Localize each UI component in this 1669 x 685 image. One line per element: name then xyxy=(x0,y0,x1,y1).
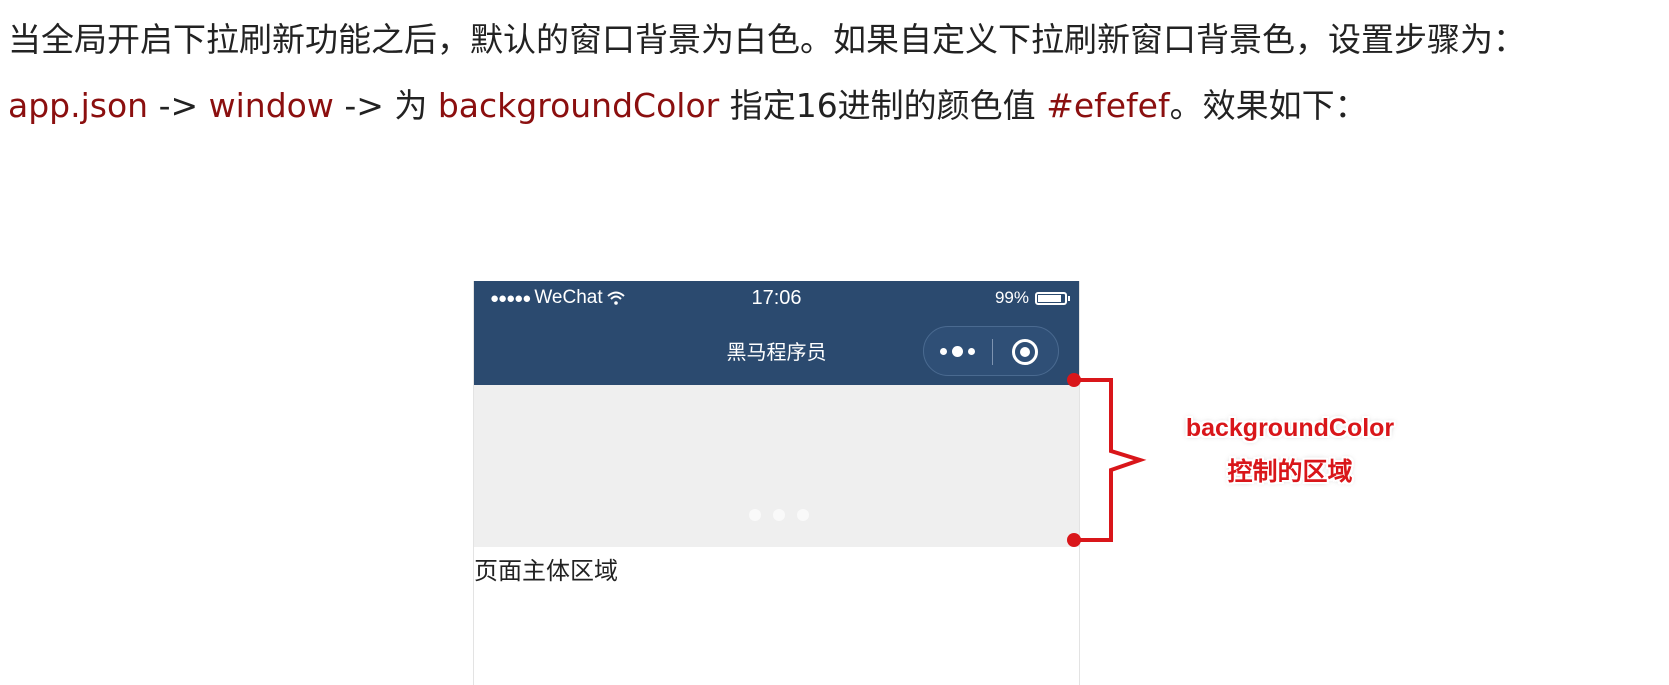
battery-percent: 99% xyxy=(994,288,1029,307)
capsule-divider xyxy=(992,339,993,365)
status-time: 17:06 xyxy=(751,287,802,309)
annotation-label-line-1: backgroundColor xyxy=(1185,414,1395,442)
loading-dots-icon xyxy=(749,509,809,521)
code-hex-value: #efefef xyxy=(1046,86,1170,125)
code-background-color: backgroundColor xyxy=(437,86,720,125)
arrow-text: -> xyxy=(148,86,209,125)
specify-hex-text: 指定16进制的颜色值 xyxy=(719,86,1047,125)
code-window: window xyxy=(208,86,334,125)
effect-text: 。效果如下： xyxy=(1169,86,1368,125)
wechat-nav-bar: ●●●●● WeChat 17:06 99% 黑马程序员 xyxy=(474,281,1079,385)
battery-icon xyxy=(1035,291,1070,305)
page-body-text: 页面主体区域 xyxy=(474,557,618,585)
status-battery: 99% xyxy=(994,288,1070,308)
bracket-line xyxy=(1074,378,1147,542)
code-app-json: app.json xyxy=(8,86,149,125)
phone-mockup: ●●●●● WeChat 17:06 99% 黑马程序员 页面主体区域 xyxy=(473,281,1080,685)
more-dots-icon[interactable] xyxy=(938,343,982,359)
annotation-label-line-2: 控制的区域 xyxy=(1227,458,1353,486)
intro-text-line-1: 当全局开启下拉刷新功能之后，默认的窗口背景为白色。如果自定义下拉刷新窗口背景色，… xyxy=(8,20,1526,59)
arrow-for-text: -> 为 xyxy=(333,86,438,125)
pull-refresh-background-area xyxy=(474,385,1079,547)
intro-text-line-2: app.json -> window -> 为 backgroundColor … xyxy=(8,82,1663,130)
